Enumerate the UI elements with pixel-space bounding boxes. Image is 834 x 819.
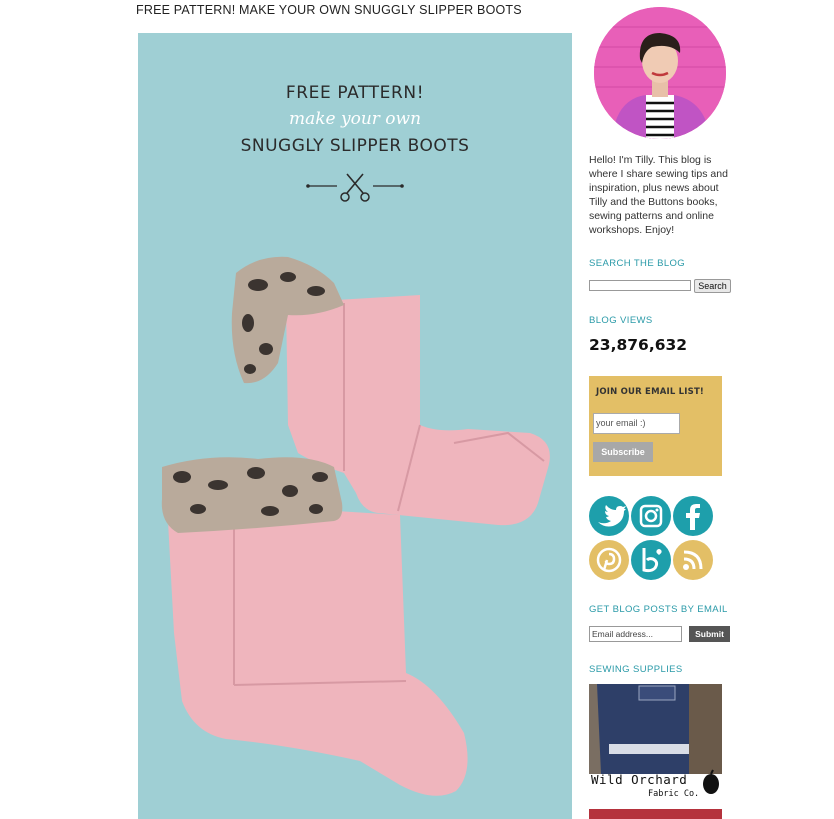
ad-brand-name: Wild Orchard bbox=[591, 772, 688, 787]
email-list-widget: JOIN OUR EMAIL LIST! your email :) Subsc… bbox=[589, 376, 722, 476]
hero-heading: FREE PATTERN! bbox=[285, 83, 425, 103]
sponsor-ad-wild-orchard[interactable]: Wild Orchard Fabric Co. bbox=[589, 684, 722, 819]
rss-icon[interactable] bbox=[673, 540, 713, 580]
instagram-icon[interactable] bbox=[631, 496, 671, 536]
facebook-icon[interactable] bbox=[673, 496, 713, 536]
email-list-title: JOIN OUR EMAIL LIST! bbox=[596, 387, 705, 397]
submit-button[interactable]: Submit bbox=[689, 626, 730, 642]
hero-tagline: SNUGGLY SLIPPER BOOTS bbox=[240, 136, 470, 156]
search-widget-title: SEARCH THE BLOG bbox=[589, 258, 686, 269]
pinterest-icon[interactable] bbox=[589, 540, 629, 580]
subscribe-button[interactable]: Subscribe bbox=[593, 442, 653, 462]
author-avatar[interactable] bbox=[594, 7, 726, 139]
email-list-input[interactable]: your email :) bbox=[593, 413, 680, 434]
blog-views-count: 23,876,632 bbox=[589, 336, 688, 354]
posts-by-email-title: GET BLOG POSTS BY EMAIL bbox=[589, 604, 728, 615]
posts-email-input[interactable]: Email address... bbox=[589, 626, 682, 642]
twitter-icon[interactable] bbox=[589, 496, 629, 536]
hero-subheading: make your own bbox=[288, 109, 422, 129]
search-button[interactable]: Search bbox=[694, 279, 731, 293]
views-widget-title: BLOG VIEWS bbox=[589, 315, 653, 326]
scissors-icon bbox=[306, 173, 404, 202]
post-title[interactable]: FREE PATTERN! MAKE YOUR OWN SNUGGLY SLIP… bbox=[136, 3, 522, 17]
bloglovin-icon[interactable] bbox=[631, 540, 671, 580]
search-input[interactable] bbox=[589, 280, 691, 291]
ad-brand-subtitle: Fabric Co. bbox=[648, 789, 700, 799]
hero-image[interactable]: FREE PATTERN! make your own SNUGGLY SLIP… bbox=[138, 33, 572, 819]
author-bio: Hello! I'm Tilly. This blog is where I s… bbox=[589, 154, 728, 236]
sewing-supplies-title: SEWING SUPPLIES bbox=[589, 664, 683, 675]
